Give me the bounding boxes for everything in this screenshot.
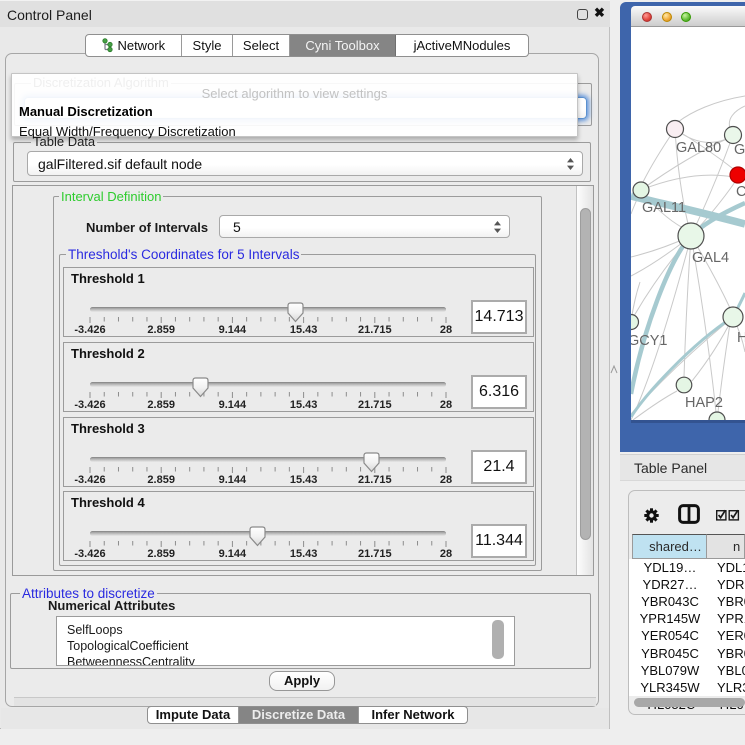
- svg-text:GCY1: GCY1: [631, 333, 668, 349]
- svg-text:HAP2: HAP2: [685, 395, 723, 411]
- svg-text:H: H: [737, 330, 745, 346]
- svg-text:GAL80: GAL80: [676, 140, 721, 156]
- svg-text:G: G: [734, 142, 745, 158]
- svg-text:GAL4: GAL4: [692, 250, 729, 266]
- svg-text:C: C: [736, 184, 745, 200]
- svg-text:GAL11: GAL11: [642, 200, 686, 216]
